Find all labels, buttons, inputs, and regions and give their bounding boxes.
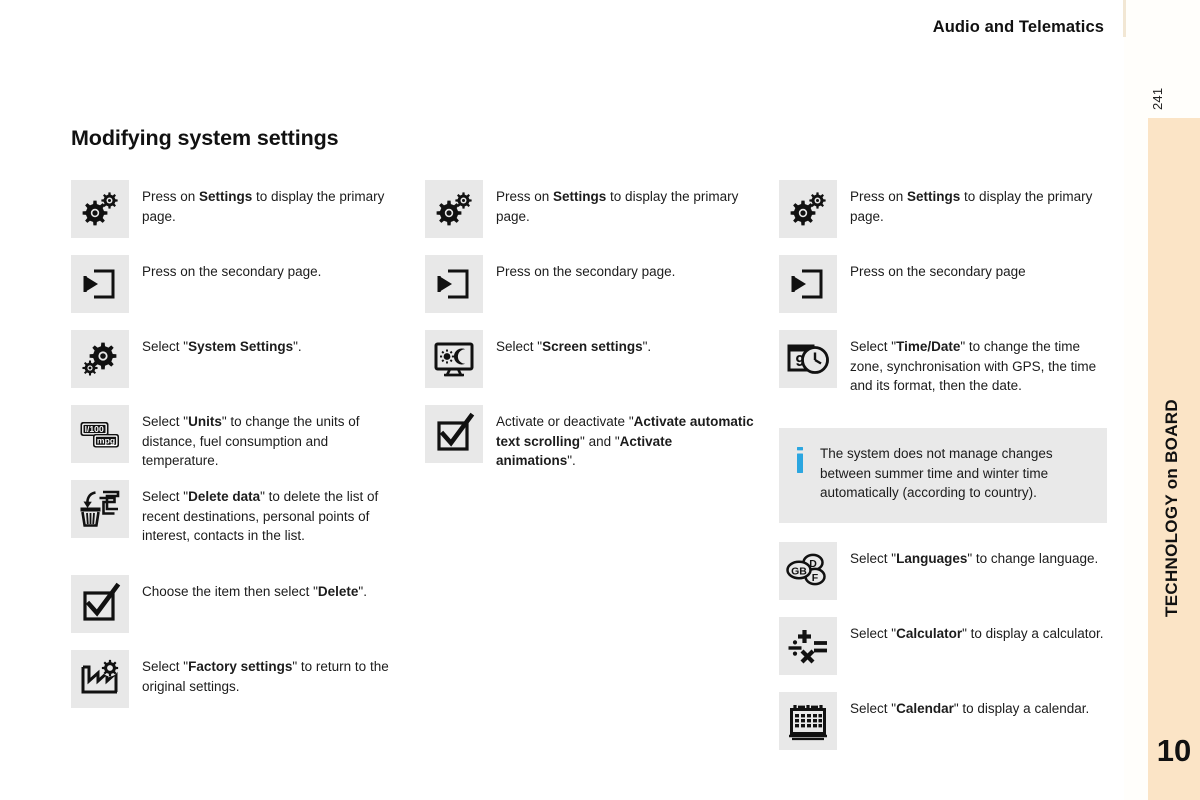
step-text: Press on Settings to display the primary… — [850, 189, 1093, 224]
step-text-emphasis: System Settings — [188, 339, 294, 354]
instruction-step: Choose the item then select "Delete". — [71, 575, 401, 633]
chapter-number: 10 — [1156, 733, 1192, 768]
step-text-emphasis: Settings — [907, 189, 961, 204]
secondary-page-arrow-icon — [425, 255, 483, 313]
settings-gears-icon — [779, 180, 837, 238]
page-number-text: 241 — [1150, 87, 1165, 110]
checkbox-tick-icon — [71, 575, 129, 633]
step-text: Press on Settings to display the primary… — [496, 189, 739, 224]
svg-text:mpg: mpg — [97, 436, 115, 446]
instruction-step: Select "Calculator" to display a calcula… — [779, 617, 1109, 675]
info-note: The system does not manage changes betwe… — [779, 428, 1107, 523]
svg-text:l/100: l/100 — [85, 424, 104, 434]
delete-data-trash-icon — [71, 480, 129, 538]
instruction-step: Press on the secondary page. — [425, 255, 755, 313]
header-rule-accent — [1123, 0, 1126, 37]
page-header: Audio and Telematics — [0, 0, 1124, 62]
step-text: Select "Delete data" to delete the list … — [142, 489, 379, 544]
svg-text:GB: GB — [791, 566, 807, 578]
instruction-step: Select "Delete data" to delete the list … — [71, 480, 401, 546]
secondary-page-arrow-icon — [779, 255, 837, 313]
step-text-emphasis: Settings — [199, 189, 253, 204]
instruction-step: Press on Settings to display the primary… — [425, 180, 755, 238]
chapter-sidebar-label: TECHNOLOGY on BOARD — [1162, 399, 1181, 617]
step-text: Select "Time/Date" to change the time zo… — [850, 339, 1097, 394]
instruction-step: D F GB Select "Languages" to change languag… — [779, 542, 1109, 600]
instruction-step: l/100 mpg Select "Units" to change the uni… — [71, 405, 401, 471]
secondary-page-arrow-icon — [71, 255, 129, 313]
step-text: Choose the item then select "Delete". — [142, 584, 367, 599]
step-text: Press on the secondary page. — [496, 264, 676, 279]
step-text-emphasis: Units — [188, 414, 222, 429]
calculator-icon — [779, 617, 837, 675]
info-note-text: The system does not manage changes betwe… — [820, 446, 1053, 501]
instruction-step: Select "System Settings". — [71, 330, 401, 388]
step-text-emphasis: Screen settings — [542, 339, 643, 354]
step-text: Select "Languages" to change language. — [850, 551, 1099, 566]
step-text: Select "System Settings". — [142, 339, 302, 354]
step-text: Select "Calendar" to display a calendar. — [850, 701, 1090, 716]
step-text: Select "Factory settings" to return to t… — [142, 659, 389, 694]
instruction-step: Press on Settings to display the primary… — [779, 180, 1109, 238]
step-text-emphasis: Calculator — [896, 626, 963, 641]
manual-page: Audio and Telematics 241 TECHNOLOGY on B… — [0, 0, 1200, 800]
step-text: Press on the secondary page. — [142, 264, 322, 279]
chapter-sidebar: TECHNOLOGY on BOARD 10 — [1148, 118, 1200, 800]
instruction-step: Select "Calendar" to display a calendar. — [779, 692, 1109, 750]
header-title: Audio and Telematics — [932, 18, 1104, 36]
step-text: Press on the secondary page — [850, 264, 1026, 279]
step-text: Select "Screen settings". — [496, 339, 652, 354]
svg-text:F: F — [812, 572, 819, 584]
instruction-step: Activate or deactivate "Activate automat… — [425, 405, 755, 471]
instruction-step: 9 Select "Time/Date" to change the time z… — [779, 330, 1109, 396]
settings-gears-icon — [71, 180, 129, 238]
system-settings-gear-icon — [71, 330, 129, 388]
step-text: Select "Calculator" to display a calcula… — [850, 626, 1104, 641]
step-text-emphasis: Calendar — [896, 701, 954, 716]
step-text: Activate or deactivate "Activate automat… — [496, 414, 754, 469]
checkbox-tick-icon — [425, 405, 483, 463]
step-text-emphasis: Settings — [553, 189, 607, 204]
calendar-icon — [779, 692, 837, 750]
info-icon — [795, 447, 807, 478]
time-date-icon: 9 — [779, 330, 837, 388]
units-mpg-icon: l/100 mpg — [71, 405, 129, 463]
step-text-emphasis: Delete data — [188, 489, 261, 504]
instruction-step: Press on Settings to display the primary… — [71, 180, 401, 238]
factory-settings-icon — [71, 650, 129, 708]
screen-settings-icon — [425, 330, 483, 388]
instruction-step: Select "Screen settings". — [425, 330, 755, 388]
step-text-emphasis: Delete — [317, 584, 359, 599]
step-text: Select "Units" to change the units of di… — [142, 414, 360, 469]
languages-icon: D F GB — [779, 542, 837, 600]
step-text-emphasis: Languages — [896, 551, 968, 566]
step-text: Press on Settings to display the primary… — [142, 189, 385, 224]
step-text-emphasis: Time/Date — [896, 339, 961, 354]
page-number: 241 — [1146, 68, 1168, 114]
page-title: Modifying system settings — [71, 126, 339, 150]
step-text-emphasis: Factory settings — [188, 659, 293, 674]
instruction-step: Select "Factory settings" to return to t… — [71, 650, 401, 708]
settings-gears-icon — [425, 180, 483, 238]
instruction-step: Press on the secondary page — [779, 255, 1109, 313]
instruction-step: Press on the secondary page. — [71, 255, 401, 313]
